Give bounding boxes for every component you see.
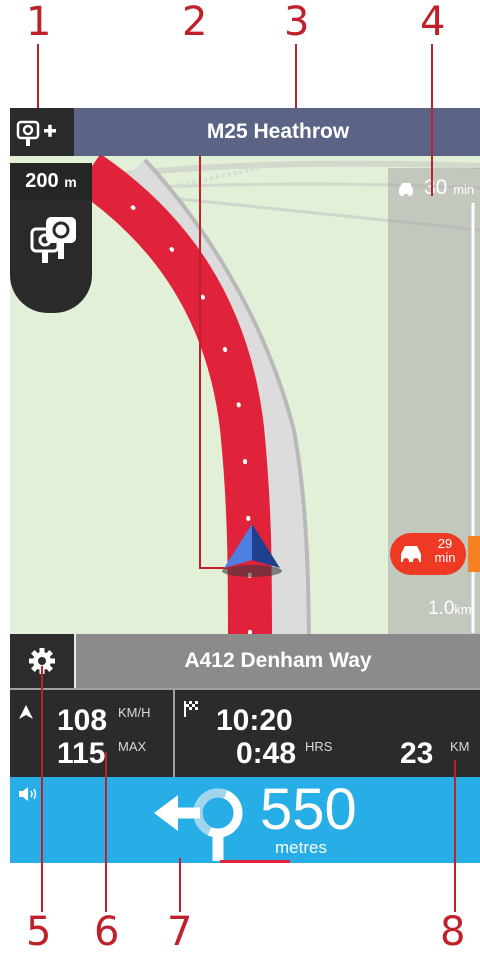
callout-5: 5	[26, 909, 52, 955]
traffic-bubble-text: 29 min	[430, 537, 460, 565]
speed-camera-add-icon	[16, 120, 56, 146]
next-street-bar: A412 Denham Way	[76, 634, 480, 688]
callout-4: 4	[420, 0, 446, 45]
current-speed-unit: KM/H	[118, 705, 151, 720]
traffic-delay: 30 min	[396, 176, 474, 200]
speaker-icon	[19, 787, 37, 801]
instruction-distance-unit: metres	[275, 838, 327, 857]
callout-8: 8	[440, 909, 466, 955]
callout-6: 6	[94, 909, 120, 955]
traffic-segment	[468, 536, 480, 572]
camera-distance: 200 m	[10, 163, 92, 199]
max-speed-label: MAX	[118, 739, 147, 754]
remaining-distance-value: 1.0	[428, 598, 455, 619]
add-speed-camera-button[interactable]	[10, 108, 74, 156]
distance-remaining: 23	[400, 737, 434, 770]
traffic-bubble-value: 29	[437, 536, 453, 551]
heading-arrow-icon	[19, 705, 33, 719]
route-summary-panel[interactable]: 10:20 0:48 HRS 23 KM	[175, 688, 480, 777]
route-continuation	[220, 860, 290, 863]
car-icon	[401, 546, 421, 564]
roundabout-left-icon	[154, 788, 243, 861]
current-position-icon	[224, 524, 280, 568]
navigation-screen: M25 Heathrow 200 m 30 min 29 min 1.0km A…	[10, 108, 480, 863]
header-bar: M25 Heathrow	[10, 108, 480, 156]
instruction-distance: 550	[260, 777, 357, 842]
traffic-delay-unit: min	[453, 182, 475, 197]
camera-panel	[10, 199, 92, 313]
distance-remaining-unit: KM	[450, 739, 470, 754]
traffic-bubble-unit: min	[434, 550, 456, 565]
camera-distance-unit: m	[64, 174, 77, 190]
time-remaining: 0:48	[236, 737, 297, 770]
callout-3: 3	[284, 0, 310, 45]
settings-button[interactable]	[10, 634, 74, 688]
traffic-incident-bubble[interactable]: 29 min	[390, 533, 466, 575]
car-icon	[396, 180, 416, 197]
traffic-delay-value: 30	[424, 176, 448, 199]
speed-camera-icon	[30, 217, 76, 263]
current-speed: 108	[57, 704, 108, 737]
max-speed: 115	[57, 737, 106, 770]
camera-distance-value: 200	[25, 170, 59, 192]
remaining-distance-unit: km	[454, 602, 472, 617]
callout-2: 2	[182, 0, 208, 45]
current-road-name: M25 Heathrow	[206, 120, 350, 143]
speed-panel[interactable]: 108 KM/H 115 MAX	[10, 688, 173, 777]
callout-7: 7	[167, 909, 193, 955]
callout-1: 1	[26, 0, 52, 45]
checkered-flag-icon	[184, 701, 198, 717]
remaining-distance: 1.0km	[428, 598, 472, 620]
arrival-time: 10:20	[216, 704, 293, 737]
time-remaining-unit: HRS	[305, 739, 333, 754]
speed-camera-warning[interactable]: 200 m	[10, 163, 92, 313]
next-street-name: A412 Denham Way	[184, 649, 372, 672]
next-instruction-bar[interactable]: 550 metres	[10, 777, 480, 863]
gear-icon	[29, 648, 55, 674]
